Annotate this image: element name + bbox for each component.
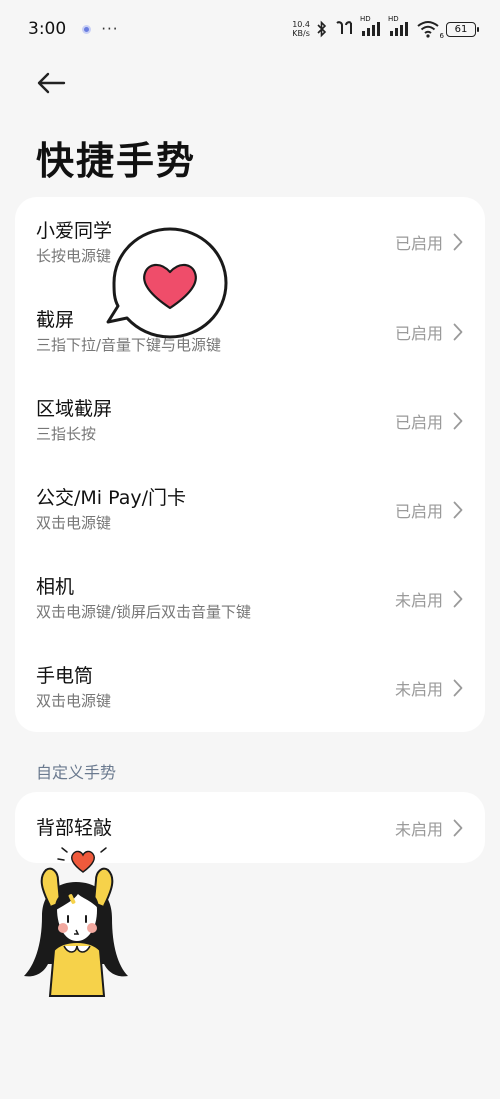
status-right: 10.4 KB/s HD HD 6 61 [292, 15, 479, 40]
row-right: 已启用 [395, 320, 463, 344]
row-subtitle: 三指长按 [36, 425, 97, 443]
row-text: 区域截屏 三指长按 [36, 396, 112, 445]
arrow-left-icon [37, 72, 66, 94]
chevron-right-icon [453, 590, 463, 608]
back-button[interactable] [34, 66, 68, 100]
row-title: 相机 [36, 576, 75, 598]
signal-1-icon: HD [360, 15, 382, 37]
row-right: 未启用 [395, 676, 463, 700]
network-speed: 10.4 KB/s [292, 20, 310, 38]
network-speed-value: 10.4 [292, 20, 310, 29]
gesture-row-screenshot[interactable]: 截屏 三指下拉/音量下键与电源键 已启用 [15, 287, 485, 376]
row-status: 未启用 [394, 590, 443, 610]
page-title: 快捷手势 [36, 139, 197, 183]
battery-level: 61 [454, 23, 468, 35]
status-left: 3:00 ··· [28, 19, 119, 39]
row-text: 公交/Mi Pay/门卡 双击电源键 [36, 485, 186, 534]
chevron-right-icon [453, 412, 463, 430]
row-status: 未启用 [394, 679, 443, 699]
row-subtitle: 长按电源键 [36, 246, 112, 265]
row-title: 手电筒 [36, 665, 94, 687]
row-title: 公交/Mi Pay/门卡 [36, 487, 187, 509]
chevron-right-icon [453, 679, 463, 697]
row-right: 未启用 [395, 587, 463, 611]
row-title: 小爱同学 [36, 219, 113, 242]
chevron-right-icon [453, 233, 463, 251]
row-right: 已启用 [395, 409, 463, 433]
status-time: 3:00 [28, 19, 67, 39]
row-subtitle: 双击电源键 [36, 692, 112, 710]
network-speed-unit: KB/s [292, 29, 310, 38]
row-right: 已启用 [395, 230, 463, 254]
row-right: 未启用 [395, 816, 463, 840]
row-title: 背部轻敲 [36, 816, 113, 839]
wifi-sub-label: 6 [439, 32, 444, 40]
chevron-right-icon [453, 501, 463, 519]
battery-icon: 61 [446, 21, 479, 37]
gesture-row-transit-card[interactable]: 公交/Mi Pay/门卡 双击电源键 已启用 [15, 465, 485, 554]
chevron-right-icon [453, 323, 463, 341]
row-subtitle: 双击电源键/锁屏后双击音量下键 [36, 603, 252, 621]
gesture-row-partial-screenshot[interactable]: 区域截屏 三指长按 已启用 [15, 376, 485, 465]
row-status: 已启用 [394, 501, 443, 521]
row-text: 小爱同学 长按电源键 [36, 218, 112, 267]
chevron-right-icon [453, 819, 463, 837]
earbuds-icon [334, 20, 354, 38]
row-status: 已启用 [394, 412, 443, 432]
status-bar: 3:00 ··· 10.4 KB/s HD HD 6 61 [0, 0, 500, 58]
row-text: 手电筒 双击电源键 [36, 663, 111, 712]
row-text: 背部轻敲 [36, 815, 112, 841]
custom-gestures-section-label: 自定义手势 [36, 763, 117, 782]
row-subtitle: 双击电源键 [36, 514, 112, 532]
girl-heart-sticker [12, 846, 142, 1006]
signal-1-label: HD [360, 15, 371, 23]
signal-2-label: HD [388, 15, 399, 23]
status-more-icon: ··· [101, 20, 119, 38]
row-title: 区域截屏 [36, 398, 113, 420]
signal-2-icon: HD [388, 15, 410, 37]
wifi-icon: 6 [416, 20, 444, 40]
heart-speech-bubble-sticker [104, 225, 234, 343]
gesture-row-xiaoai[interactable]: 小爱同学 长按电源键 已启用 [15, 197, 485, 287]
gestures-card: 小爱同学 长按电源键 已启用 截屏 三指下拉/音量下键与电源键 已启用 区域截屏… [15, 197, 485, 732]
row-text: 相机 双击电源键/锁屏后双击音量下键 [36, 574, 251, 623]
notification-dot-icon [82, 24, 92, 34]
row-status: 未启用 [394, 819, 443, 839]
bluetooth-icon [316, 20, 328, 38]
gesture-row-flashlight[interactable]: 手电筒 双击电源键 未启用 [15, 643, 485, 732]
row-status: 已启用 [394, 234, 443, 253]
row-status: 已启用 [394, 323, 443, 343]
row-right: 已启用 [395, 498, 463, 522]
gesture-row-camera[interactable]: 相机 双击电源键/锁屏后双击音量下键 未启用 [15, 554, 485, 643]
